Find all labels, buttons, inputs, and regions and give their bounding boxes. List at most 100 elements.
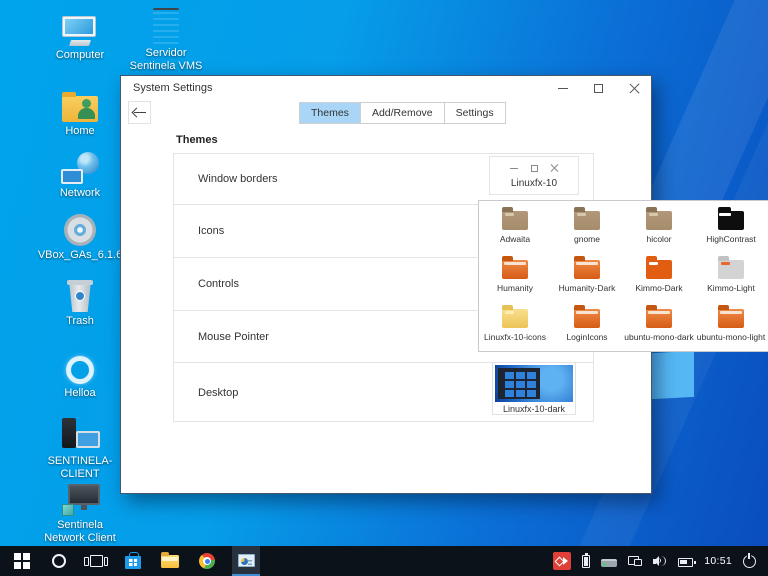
- folder-theme-icon: [718, 309, 744, 328]
- desktop-theme-value: Linuxfx-10-dark: [493, 404, 575, 414]
- icon-theme-option[interactable]: HighContrast: [695, 203, 767, 252]
- taskbar-clock[interactable]: 10:51: [704, 555, 732, 567]
- icon-theme-option[interactable]: Kimmo-Light: [695, 252, 767, 301]
- window-borders-theme-value: Linuxfx-10: [490, 178, 578, 189]
- window-title: System Settings: [133, 82, 558, 94]
- desktop-icon-computer[interactable]: Computer: [38, 8, 122, 62]
- network-status-icon[interactable]: [628, 556, 642, 566]
- desktop-icon-sentinela-client[interactable]: SENTINELA-CLIENT: [38, 414, 122, 481]
- icon-theme-label: HighContrast: [695, 234, 767, 244]
- icon-theme-option[interactable]: Kimmo-Dark: [623, 252, 695, 301]
- icon-theme-label: LoginIcons: [551, 332, 623, 342]
- icon-theme-label: Linuxfx-10-icons: [479, 332, 551, 342]
- desktop-icon-helloa[interactable]: Helloa: [38, 346, 122, 400]
- network-globe-icon: [61, 152, 99, 184]
- maximize-preview-icon: [531, 165, 538, 172]
- file-explorer-button[interactable]: [158, 547, 182, 575]
- folder-theme-icon: [646, 309, 672, 328]
- desktop-icon-label: Sentinela Network Client: [38, 519, 122, 545]
- trash-bin-icon: [67, 280, 93, 312]
- desktop-icon-label: Trash: [66, 315, 94, 328]
- icon-theme-label: gnome: [551, 234, 623, 244]
- icon-theme-option[interactable]: Linuxfx-10-icons: [479, 301, 551, 350]
- desktop-icon-label: VBox_GAs_6.1.6: [38, 249, 122, 262]
- desktop-icon-network[interactable]: Network: [38, 146, 122, 200]
- icon-theme-label: ubuntu-mono-dark: [623, 332, 695, 342]
- file-explorer-icon: [161, 555, 179, 568]
- computer-icon: [62, 16, 98, 46]
- system-settings-taskbar-button[interactable]: [232, 546, 260, 576]
- folder-theme-icon: [718, 260, 744, 279]
- ring-icon: [66, 356, 94, 384]
- tab-add-remove[interactable]: Add/Remove: [361, 103, 445, 123]
- desktop-icon-label: Servidor Sentinela VMS: [122, 47, 210, 73]
- section-title: Themes: [176, 134, 218, 146]
- icon-theme-label: Humanity: [479, 283, 551, 293]
- maximize-icon[interactable]: [594, 84, 603, 93]
- icon-theme-option[interactable]: gnome: [551, 203, 623, 252]
- folder-theme-icon: [502, 211, 528, 230]
- icon-theme-label: Adwaita: [479, 234, 551, 244]
- folder-theme-icon: [502, 309, 528, 328]
- volume-icon[interactable]: [653, 555, 667, 567]
- icon-theme-option[interactable]: Adwaita: [479, 203, 551, 252]
- system-settings-icon: [238, 554, 255, 567]
- task-view-button[interactable]: [84, 547, 108, 575]
- desktop-icon-label: Home: [65, 125, 94, 138]
- icon-theme-label: Kimmo-Light: [695, 283, 767, 293]
- start-button[interactable]: [10, 547, 34, 575]
- icon-theme-option[interactable]: LoginIcons: [551, 301, 623, 350]
- folder-theme-icon: [574, 260, 600, 279]
- row-label: Icons: [198, 225, 224, 237]
- desktop-icon-label: Network: [60, 187, 100, 200]
- store-button[interactable]: [121, 547, 145, 575]
- window-borders-theme-button[interactable]: Linuxfx-10: [489, 156, 579, 195]
- chrome-button[interactable]: [195, 547, 219, 575]
- close-preview-icon: [551, 164, 559, 172]
- row-label: Window borders: [198, 173, 277, 185]
- monitor-cube-icon: [60, 484, 100, 516]
- server-icon: [153, 8, 179, 44]
- power-icon[interactable]: [743, 555, 756, 568]
- start-icon: [14, 553, 30, 569]
- back-arrow-icon: [134, 112, 146, 114]
- desktop-icon-label: Computer: [56, 49, 104, 62]
- tab-settings[interactable]: Settings: [445, 103, 505, 123]
- icon-theme-option[interactable]: ubuntu-mono-dark: [623, 301, 695, 350]
- desktop-theme-thumbnail: [495, 365, 573, 402]
- desktop-icon-sentinela-network-client[interactable]: Sentinela Network Client: [38, 478, 122, 545]
- icon-theme-label: Humanity-Dark: [551, 283, 623, 293]
- chrome-icon: [199, 553, 215, 569]
- task-view-icon: [90, 555, 103, 567]
- battery-icon[interactable]: [582, 555, 590, 568]
- cd-disc-icon: [64, 214, 96, 246]
- tab-themes[interactable]: Themes: [300, 103, 361, 123]
- icon-theme-option[interactable]: hicolor: [623, 203, 695, 252]
- workstation-icon: [60, 418, 100, 452]
- icon-theme-option[interactable]: ubuntu-mono-light: [695, 301, 767, 350]
- close-icon[interactable]: [629, 83, 639, 93]
- folder-theme-icon: [646, 211, 672, 230]
- window-controls-preview: [490, 157, 578, 175]
- remote-app-icon[interactable]: [553, 552, 571, 570]
- row-label: Mouse Pointer: [198, 331, 269, 343]
- back-button[interactable]: [128, 101, 151, 124]
- search-button[interactable]: [47, 547, 71, 575]
- icon-theme-option[interactable]: Humanity: [479, 252, 551, 301]
- storage-device-icon[interactable]: [601, 559, 617, 567]
- desktop-icon-home[interactable]: Home: [38, 84, 122, 138]
- desktop-icon-servidor-sentinela-vms[interactable]: Servidor Sentinela VMS: [122, 6, 210, 73]
- row-label: Desktop: [198, 387, 238, 399]
- desktop-icon-trash[interactable]: Trash: [38, 274, 122, 328]
- window-toolbar: Themes Add/Remove Settings: [121, 100, 651, 127]
- window-titlebar[interactable]: System Settings: [121, 76, 651, 100]
- desktop-theme-button[interactable]: Linuxfx-10-dark: [492, 362, 576, 415]
- desktop-icon-vbox-gas[interactable]: VBox_GAs_6.1.6: [38, 208, 122, 262]
- icon-theme-option[interactable]: Humanity-Dark: [551, 252, 623, 301]
- system-tray: 10:51: [553, 552, 768, 570]
- search-ring-icon: [52, 554, 66, 568]
- folder-theme-icon: [646, 260, 672, 279]
- battery-indicator-icon[interactable]: [678, 558, 693, 567]
- wallpaper-light-square: [652, 351, 694, 399]
- minimize-icon[interactable]: [558, 88, 568, 89]
